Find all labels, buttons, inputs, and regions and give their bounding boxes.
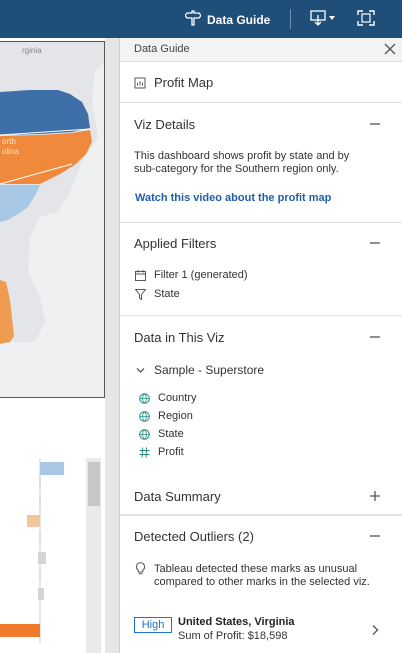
outliers-description-line2: compared to other marks in the selected … xyxy=(154,576,370,588)
bar-mark[interactable] xyxy=(39,532,41,542)
bar-mark[interactable] xyxy=(27,515,40,527)
field-label: Region xyxy=(158,410,193,422)
bar-mark[interactable] xyxy=(40,462,64,475)
globe-icon xyxy=(138,392,150,404)
field-item[interactable]: Country xyxy=(138,392,197,404)
fullscreen-icon xyxy=(357,10,375,29)
viz-details-section: Viz Details This dashboard shows profit … xyxy=(120,103,402,223)
filter-label: State xyxy=(154,288,180,300)
dashboard-icon xyxy=(134,77,146,89)
outlier-badge: High xyxy=(134,617,172,633)
bar-mark[interactable] xyxy=(38,552,46,564)
dashboard-viz-area: rginia orth olina xyxy=(0,38,120,653)
viz-details-title[interactable]: Viz Details xyxy=(134,117,195,132)
viz-description-line1: This dashboard shows profit by state and… xyxy=(134,150,350,162)
data-in-viz-title[interactable]: Data in This Viz xyxy=(134,330,225,345)
field-label: Country xyxy=(158,392,197,404)
map-label-virginia: rginia xyxy=(22,46,42,55)
dashboard-title: Profit Map xyxy=(154,75,214,90)
download-button[interactable] xyxy=(310,10,338,29)
map-label-north: orth xyxy=(2,137,16,146)
globe-icon xyxy=(138,410,150,422)
outliers-description-line1: Tableau detected these marks as unusual xyxy=(154,563,358,575)
field-item[interactable]: Region xyxy=(138,410,193,422)
bar-mark[interactable] xyxy=(39,496,41,506)
filter-icon xyxy=(134,288,146,300)
applied-filters-section: Applied Filters Filter 1 (generated) Sta… xyxy=(120,223,402,316)
chart-scrollbar-thumb[interactable] xyxy=(88,462,100,506)
data-guide-button[interactable]: Data Guide xyxy=(184,10,271,29)
watch-video-link[interactable]: Watch this video about the profit map xyxy=(135,192,331,204)
download-icon xyxy=(310,10,338,29)
bar-mark[interactable] xyxy=(39,478,41,488)
field-label: State xyxy=(158,428,184,440)
expand-icon[interactable] xyxy=(368,489,382,503)
map-label-carolina: olina xyxy=(2,147,19,156)
viz-description-line2: sub-category for the Southern region onl… xyxy=(134,163,339,175)
calendar-icon xyxy=(134,269,146,281)
detected-outliers-title[interactable]: Detected Outliers (2) xyxy=(134,529,254,544)
data-guide-label: Data Guide xyxy=(207,12,271,27)
filter-item[interactable]: Filter 1 (generated) xyxy=(134,269,248,281)
bar-mark[interactable] xyxy=(38,588,44,600)
field-label: Profit xyxy=(158,446,184,458)
fullscreen-button[interactable] xyxy=(357,10,375,29)
toolbar-divider xyxy=(290,9,291,29)
globe-icon xyxy=(138,428,150,440)
close-icon[interactable] xyxy=(383,42,397,61)
datasource-row[interactable]: Sample - Superstore xyxy=(134,363,264,377)
profit-map[interactable]: rginia orth olina xyxy=(0,41,105,398)
collapse-icon[interactable] xyxy=(368,529,382,543)
data-summary-title[interactable]: Data Summary xyxy=(134,489,221,504)
chevron-down-icon xyxy=(134,364,146,376)
viz-scrollbar[interactable] xyxy=(105,38,119,653)
hash-icon xyxy=(138,446,150,458)
data-summary-section: Data Summary xyxy=(120,476,402,516)
top-toolbar: Data Guide xyxy=(0,0,402,38)
outlier-title: United States, Virginia xyxy=(178,616,295,628)
panel-title: Data Guide xyxy=(134,43,190,55)
dashboard-title-row: Profit Map xyxy=(134,75,213,90)
filter-label: Filter 1 (generated) xyxy=(154,269,248,281)
outlier-value: Sum of Profit: $18,598 xyxy=(178,630,288,642)
lightbulb-icon xyxy=(135,562,146,580)
chevron-right-icon[interactable] xyxy=(370,623,380,641)
panel-header: Data Guide xyxy=(120,38,402,62)
signpost-icon xyxy=(184,10,207,29)
datasource-name: Sample - Superstore xyxy=(154,363,265,377)
collapse-icon[interactable] xyxy=(368,236,382,250)
bar-mark[interactable] xyxy=(0,624,40,637)
dashboard-title-section: Profit Map xyxy=(120,62,402,103)
field-item[interactable]: State xyxy=(138,428,184,440)
data-guide-panel: Data Guide Profit Map Viz Details This d… xyxy=(119,38,402,653)
filter-item[interactable]: State xyxy=(134,288,180,300)
collapse-icon[interactable] xyxy=(368,117,382,131)
applied-filters-title[interactable]: Applied Filters xyxy=(134,236,216,251)
collapse-icon[interactable] xyxy=(368,330,382,344)
field-item[interactable]: Profit xyxy=(138,446,184,458)
bar-mark[interactable] xyxy=(39,570,41,580)
